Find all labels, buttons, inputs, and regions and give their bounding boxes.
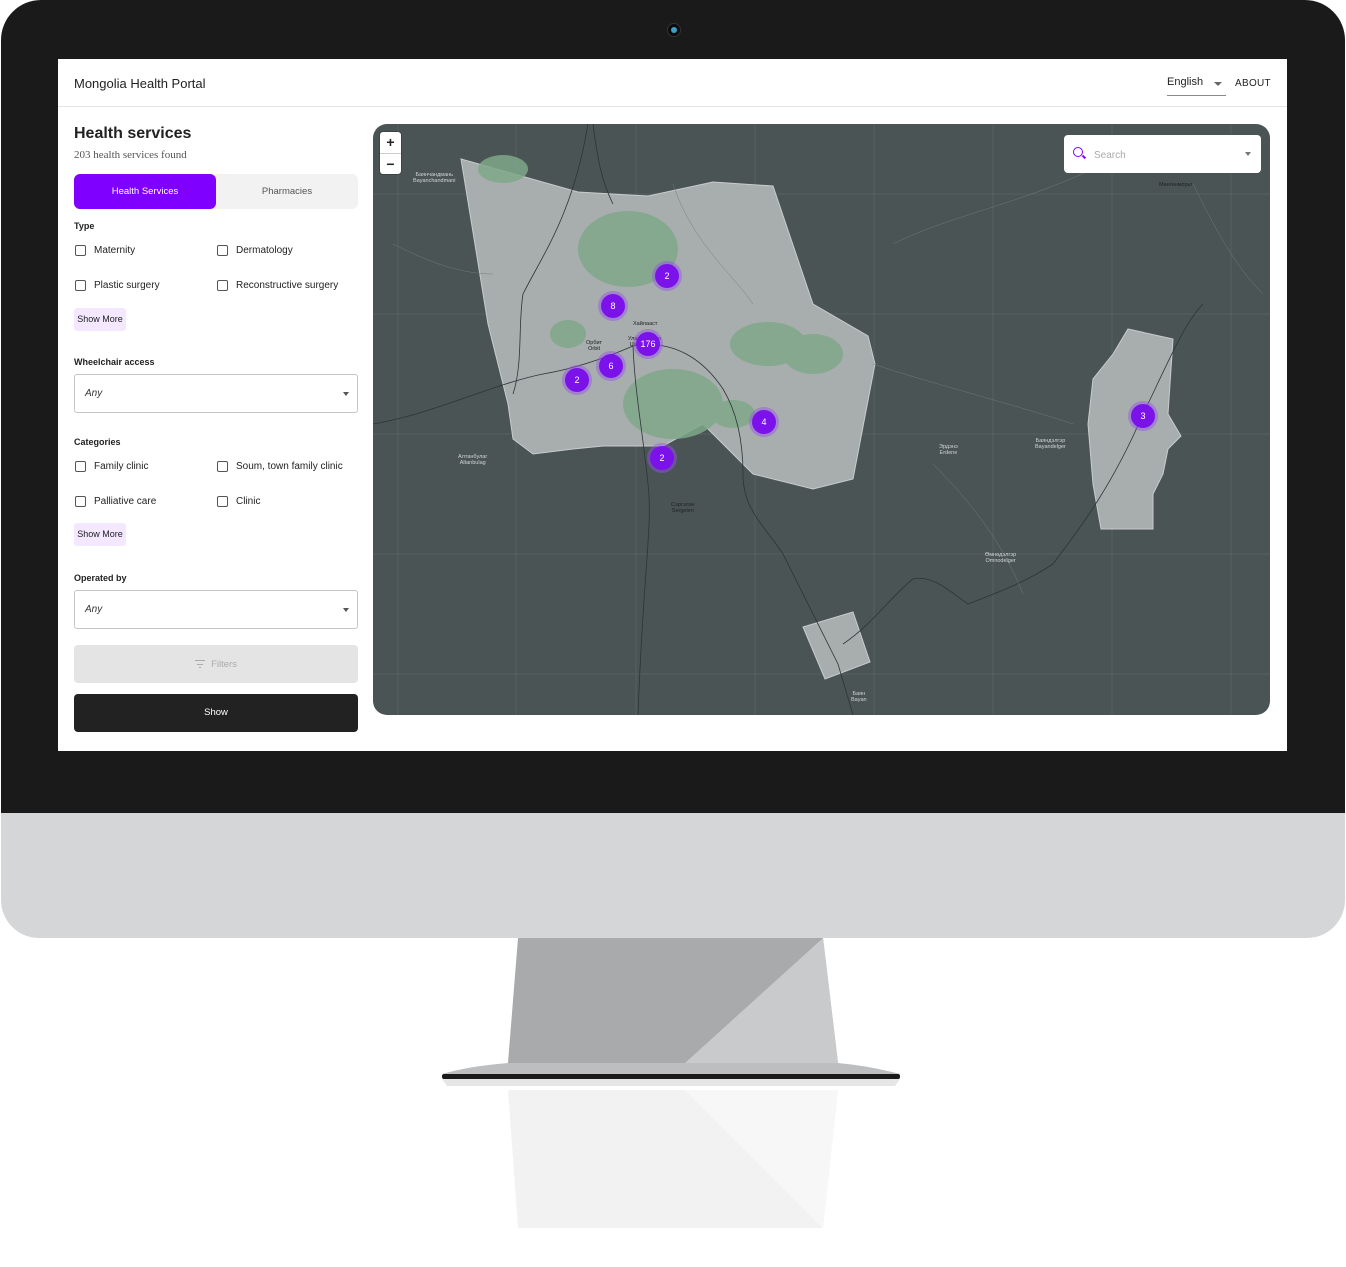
chevron-down-icon — [1214, 82, 1222, 86]
map-cluster-marker[interactable]: 2 — [565, 368, 589, 392]
type-show-more-button[interactable]: Show More — [74, 308, 126, 331]
checkbox-icon[interactable] — [75, 496, 86, 507]
map-search — [1064, 135, 1261, 173]
page-title: Health services — [74, 125, 192, 142]
checkbox-label: Palliative care — [94, 496, 157, 507]
checkbox-icon[interactable] — [75, 280, 86, 291]
monitor-stand — [442, 938, 900, 1228]
wheelchair-select[interactable]: Any — [74, 374, 358, 413]
checkbox-label: Soum, town family clinic — [236, 461, 343, 472]
checkbox-plastic-surgery[interactable]: Plastic surgery — [75, 280, 160, 291]
map-label: Орбит Orbit — [586, 340, 603, 352]
checkbox-label: Clinic — [236, 496, 261, 507]
search-icon — [1073, 147, 1083, 157]
operated-by-value: Any — [85, 604, 103, 615]
show-button[interactable]: Show — [74, 694, 358, 732]
checkbox-label: Maternity — [94, 245, 136, 256]
map-cluster-marker[interactable]: 4 — [752, 410, 776, 434]
operated-by-label: Operated by — [74, 573, 127, 583]
chevron-down-icon — [343, 392, 349, 396]
map-label: Баян Bayan — [851, 691, 867, 703]
checkbox-dermatology[interactable]: Dermatology — [217, 245, 293, 256]
checkbox-icon[interactable] — [75, 245, 86, 256]
region-central — [460, 158, 876, 490]
chevron-down-icon — [343, 608, 349, 612]
search-input[interactable] — [1092, 144, 1236, 166]
checkbox-icon[interactable] — [217, 280, 228, 291]
about-link[interactable]: ABOUT — [1235, 78, 1271, 89]
checkbox-label: Family clinic — [94, 461, 149, 472]
checkbox-palliative-care[interactable]: Palliative care — [75, 496, 156, 507]
checkbox-soum-town-family-clinic[interactable]: Soum, town family clinic — [217, 461, 343, 472]
filters-button[interactable]: Filters — [74, 645, 358, 683]
checkbox-icon[interactable] — [217, 461, 228, 472]
checkbox-icon[interactable] — [217, 245, 228, 256]
service-tabs: Health Services Pharmacies — [74, 174, 358, 209]
checkbox-clinic[interactable]: Clinic — [217, 496, 260, 507]
checkbox-reconstructive-surgery[interactable]: Reconstructive surgery — [217, 280, 338, 291]
app-title: Mongolia Health Portal — [74, 76, 206, 91]
map-label: Хайлааст — [633, 321, 658, 327]
filter-icon — [195, 660, 206, 669]
app-bar: Mongolia Health Portal English ABOUT — [58, 59, 1287, 107]
monitor-chin — [1, 813, 1345, 938]
map-label: Эрдэнэ Erdene — [939, 444, 958, 456]
app-screen: Mongolia Health Portal English ABOUT Hea… — [58, 59, 1287, 751]
map-label: Алтанбулаг Altanbulag — [458, 454, 488, 466]
results-count: 203 health services found — [74, 149, 187, 161]
webcam — [667, 23, 681, 37]
map-cluster-marker[interactable]: 176 — [636, 332, 660, 356]
map-label: Баяндэлгэр Bayandelger — [1035, 438, 1066, 450]
map-label: Мөнгөнморьт — [1159, 182, 1193, 188]
language-select[interactable]: English — [1167, 76, 1226, 96]
checkbox-family-clinic[interactable]: Family clinic — [75, 461, 148, 472]
wheelchair-value: Any — [85, 388, 103, 399]
region-east — [1087, 328, 1182, 530]
language-value: English — [1167, 76, 1204, 88]
map-cluster-marker[interactable]: 3 — [1131, 404, 1155, 428]
checkbox-icon[interactable] — [75, 461, 86, 472]
wheelchair-label: Wheelchair access — [74, 357, 155, 367]
checkbox-label: Plastic surgery — [94, 280, 160, 291]
map-cluster-marker[interactable]: 6 — [599, 354, 623, 378]
operated-by-select[interactable]: Any — [74, 590, 358, 629]
map-cluster-marker[interactable]: 2 — [655, 264, 679, 288]
map-label: Сэргэлэн Sergelen — [671, 502, 695, 514]
zoom-control: + − — [380, 132, 401, 174]
tab-health-services[interactable]: Health Services — [74, 174, 216, 209]
chevron-down-icon[interactable] — [1245, 152, 1251, 156]
map-cluster-marker[interactable]: 2 — [650, 446, 674, 470]
tab-pharmacies[interactable]: Pharmacies — [216, 174, 358, 209]
checkbox-label: Reconstructive surgery — [236, 280, 339, 291]
categories-show-more-button[interactable]: Show More — [74, 523, 126, 546]
region-south — [802, 611, 871, 680]
zoom-in-button[interactable]: + — [380, 132, 401, 154]
checkbox-maternity[interactable]: Maternity — [75, 245, 135, 256]
map-view[interactable]: Баянчандмань Bayanchandmani Хайлааст Орб… — [373, 124, 1270, 715]
checkbox-icon[interactable] — [217, 496, 228, 507]
map-label: Өмнөдэлгэр Omnodelger — [985, 552, 1017, 564]
zoom-out-button[interactable]: − — [380, 154, 401, 175]
filters-label: Filters — [211, 658, 237, 670]
type-label: Type — [74, 221, 95, 231]
map-label: Баянчандмань Bayanchandmani — [413, 172, 456, 184]
map-cluster-marker[interactable]: 8 — [601, 294, 625, 318]
categories-label: Categories — [74, 437, 121, 447]
checkbox-label: Dermatology — [236, 245, 293, 256]
